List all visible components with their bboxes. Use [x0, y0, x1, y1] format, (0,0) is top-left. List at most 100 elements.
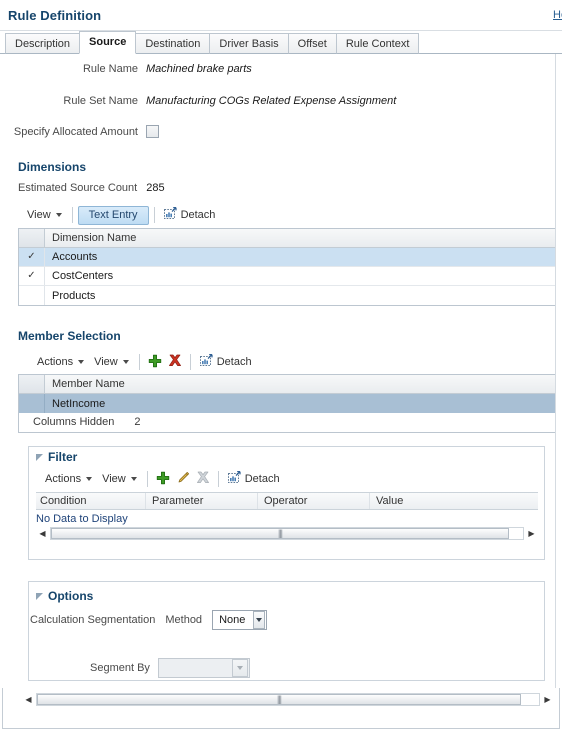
disclosure-triangle-icon[interactable]	[36, 453, 43, 461]
member-selection-section-title: Member Selection	[18, 329, 121, 343]
filter-panel-title: Filter	[48, 450, 78, 464]
detach-icon	[163, 207, 177, 223]
page-horizontal-scrollbar[interactable]: ◀ ||| ▶	[22, 692, 554, 707]
delete-x-icon	[168, 354, 182, 371]
chevron-down-icon	[122, 360, 129, 364]
segment-by-select	[157, 658, 250, 678]
filter-column-header-parameter: Parameter	[146, 493, 258, 509]
add-member-button[interactable]	[145, 352, 165, 372]
tab-driver-basis[interactable]: Driver Basis	[209, 33, 289, 54]
dimension-name-cell: Products	[52, 289, 96, 302]
member-view-label: View	[94, 356, 118, 368]
dimension-name-cell: Accounts	[52, 251, 98, 263]
tab-source[interactable]: Source	[79, 31, 137, 54]
filter-horizontal-scrollbar[interactable]: ◀ ||| ▶	[36, 526, 538, 541]
filter-column-header-operator: Operator	[258, 493, 370, 509]
delete-member-button[interactable]	[165, 352, 185, 372]
rule-set-name-row: Rule Set Name Manufacturing COGs Related…	[0, 95, 500, 107]
dimensions-detach-button[interactable]: Detach	[160, 205, 220, 225]
page-header: Rule Definition Help	[0, 0, 562, 31]
filter-scroll-track[interactable]: |||	[50, 527, 524, 540]
toolbar-separator	[138, 354, 140, 370]
dimensions-column-header-name: Dimension Name	[52, 232, 137, 244]
member-table-header: Member Name	[19, 375, 555, 394]
chevron-down-icon[interactable]	[253, 611, 266, 629]
tab-offset[interactable]: Offset	[287, 33, 337, 54]
estimated-source-count-value: 285	[146, 182, 165, 194]
row-check-icon[interactable]: ✓	[19, 248, 45, 266]
scroll-right-arrow-icon[interactable]: ▶	[541, 693, 554, 706]
filter-detach-button[interactable]: Detach	[224, 469, 284, 489]
chevron-down-icon	[231, 659, 248, 677]
table-row[interactable]: ✓ Accounts	[19, 248, 555, 267]
dimensions-table-header: Dimension Name	[19, 229, 555, 248]
toolbar-separator	[189, 354, 191, 370]
segment-by-row: Segment By	[90, 658, 350, 678]
scroll-left-arrow-icon[interactable]: ◀	[36, 527, 49, 540]
rule-set-name-label: Rule Set Name	[63, 95, 138, 107]
tab-rule-context[interactable]: Rule Context	[335, 33, 420, 54]
filter-toolbar: Actions View Detach	[40, 468, 360, 490]
help-link[interactable]: Help	[553, 9, 562, 21]
member-actions-label: Actions	[37, 356, 74, 368]
dimensions-view-label: View	[27, 209, 51, 221]
options-panel-title: Options	[48, 589, 94, 603]
filter-scroll-thumb[interactable]: |||	[51, 528, 509, 539]
row-select-cell[interactable]	[19, 394, 45, 413]
page-scroll-track[interactable]: |||	[36, 693, 540, 706]
pencil-icon	[176, 471, 190, 488]
edit-filter-button[interactable]	[173, 469, 193, 489]
text-entry-button[interactable]: Text Entry	[77, 205, 149, 225]
grip-icon: |||	[276, 694, 282, 704]
member-select-column-header	[19, 375, 45, 393]
table-row[interactable]: Products	[19, 286, 555, 305]
member-actions-menu[interactable]: Actions	[32, 354, 89, 370]
rule-name-value: Machined brake parts	[146, 63, 252, 75]
dimensions-view-menu[interactable]: View	[22, 207, 67, 223]
scroll-right-arrow-icon[interactable]: ▶	[525, 527, 538, 540]
filter-actions-label: Actions	[45, 473, 82, 485]
filter-detach-label: Detach	[244, 473, 280, 485]
table-row[interactable]: NetIncome	[19, 394, 555, 413]
member-view-menu[interactable]: View	[89, 354, 134, 370]
page-title: Rule Definition	[8, 8, 102, 23]
chevron-down-icon	[55, 213, 62, 217]
filter-actions-menu[interactable]: Actions	[40, 471, 97, 487]
filter-column-header-condition: Condition	[36, 493, 146, 509]
plus-icon	[156, 471, 170, 488]
dimensions-detach-label: Detach	[180, 209, 216, 221]
detach-icon	[227, 471, 241, 487]
chevron-down-icon	[86, 477, 93, 481]
columns-hidden-label: Columns Hidden	[33, 416, 115, 428]
table-row[interactable]: ✓ CostCenters	[19, 267, 555, 286]
chevron-down-icon	[78, 360, 85, 364]
options-panel-header[interactable]: Options	[36, 589, 93, 603]
disclosure-triangle-icon[interactable]	[36, 592, 43, 600]
dimensions-select-column-header	[19, 229, 45, 247]
member-selection-toolbar: Actions View Detach	[32, 351, 332, 373]
rule-definition-window: Rule Definition Help Description Source …	[0, 0, 562, 731]
page-scroll-thumb[interactable]: |||	[37, 694, 521, 705]
member-detach-button[interactable]: Detach	[196, 352, 256, 372]
toolbar-separator	[146, 471, 148, 487]
member-name-cell: NetIncome	[52, 397, 106, 410]
specify-allocated-amount-checkbox[interactable]	[146, 125, 159, 138]
vertical-scrollbar[interactable]	[555, 54, 562, 688]
add-filter-button[interactable]	[153, 469, 173, 489]
delete-filter-button	[193, 469, 213, 489]
method-select[interactable]: None	[212, 610, 268, 630]
tab-destination[interactable]: Destination	[135, 33, 211, 54]
estimated-source-count-label: Estimated Source Count	[18, 182, 138, 194]
tab-description[interactable]: Description	[5, 33, 81, 54]
dimension-name-cell: CostCenters	[52, 270, 114, 282]
columns-hidden-value: 2	[134, 416, 141, 428]
source-tab-panel: Rule Name Machined brake parts Rule Set …	[0, 54, 556, 688]
filter-view-label: View	[102, 473, 126, 485]
filter-view-menu[interactable]: View	[97, 471, 142, 487]
filter-panel-header[interactable]: Filter	[36, 450, 77, 464]
row-check-icon[interactable]	[19, 286, 45, 305]
toolbar-separator	[217, 471, 219, 487]
row-check-icon[interactable]: ✓	[19, 267, 45, 285]
scroll-left-arrow-icon[interactable]: ◀	[22, 693, 35, 706]
method-value: None	[219, 614, 246, 626]
